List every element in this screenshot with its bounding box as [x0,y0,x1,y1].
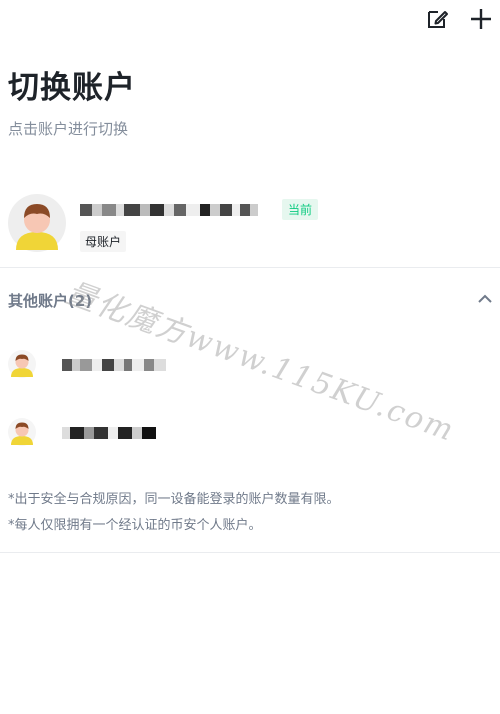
page-title: 切换账户 [8,70,136,106]
current-account-row[interactable]: 当前 母账户 [0,188,500,268]
edit-icon[interactable] [426,8,450,30]
chevron-up-icon [478,294,492,303]
other-account-row-1[interactable] [0,342,500,390]
other-account-name-masked [62,357,166,373]
verification-note: *每人仅限拥有一个经认证的币安个人账户。 [8,518,262,533]
divider [0,552,500,553]
other-account-row-2[interactable] [0,410,500,458]
plus-icon[interactable] [468,6,494,32]
user-avatar-icon [8,418,36,446]
current-account-name-masked [80,200,258,218]
other-accounts-label: 其他账户(2) [8,292,93,310]
parent-account-badge: 母账户 [80,231,127,252]
other-accounts-toggle[interactable]: 其他账户(2) [0,280,500,320]
divider [0,267,500,268]
limit-note: *出于安全与合规原因，同一设备能登录的账户数量有限。 [8,492,340,507]
top-bar [0,0,500,40]
user-avatar-icon [8,194,66,252]
page-subtitle: 点击账户进行切换 [8,120,129,138]
other-account-name-masked [62,425,156,441]
current-badge: 当前 [282,199,319,220]
user-avatar-icon [8,350,36,378]
